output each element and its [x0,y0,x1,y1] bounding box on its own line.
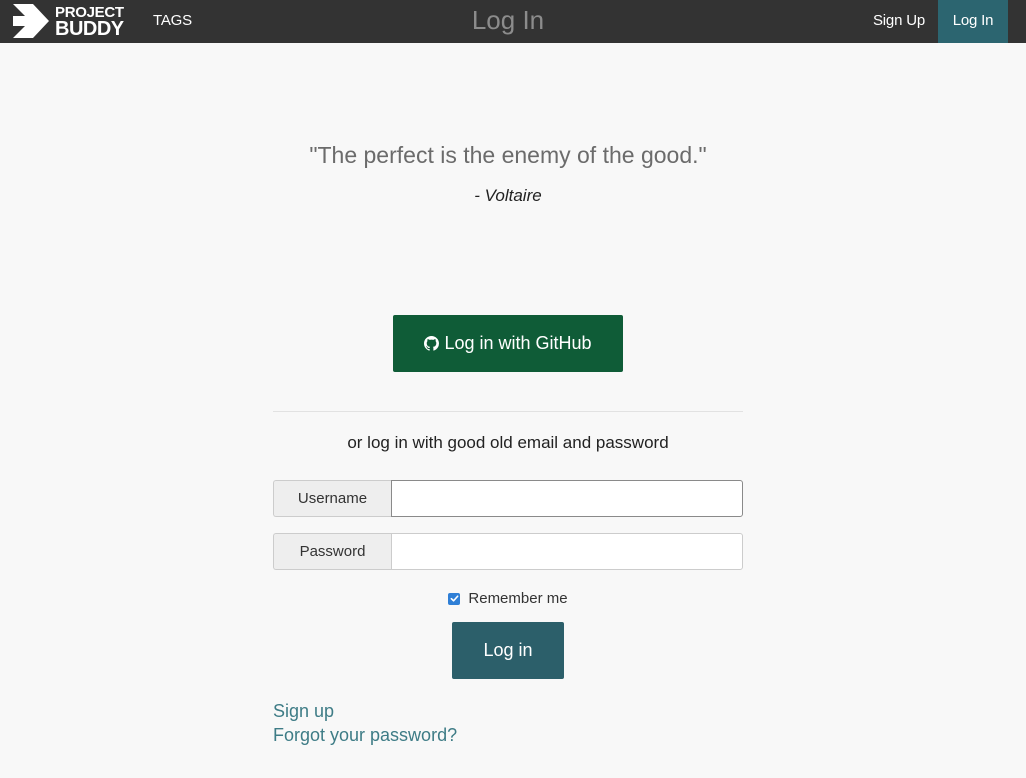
username-input[interactable] [391,480,743,517]
quote-text: "The perfect is the enemy of the good." [309,142,707,168]
divider [273,411,743,412]
alt-login-text: or log in with good old email and passwo… [347,433,669,452]
password-label: Password [273,533,391,570]
nav-tags-link[interactable]: TAGS [153,0,192,43]
brand-text: PROJECT BUDDY [55,5,124,40]
password-input[interactable] [391,533,743,570]
quote-author: - Voltaire [474,186,542,205]
github-icon [424,336,440,351]
remember-me-label: Remember me [468,590,568,607]
username-label: Username [273,480,391,517]
remember-me-checkbox[interactable] [448,592,461,605]
brand-line2: BUDDY [55,17,124,40]
checkmark-icon [450,595,459,602]
password-group: Password [273,533,743,570]
github-login-label: Log in with GitHub [444,333,592,353]
logo-chevron-icon [13,4,49,38]
github-login-button[interactable]: Log in with GitHub [393,315,623,372]
signup-link[interactable]: Sign up [273,701,334,722]
login-button[interactable]: Log in [452,622,564,679]
username-group: Username [273,480,743,517]
brand-logo[interactable]: PROJECT BUDDY [13,4,124,40]
nav-signup-link[interactable]: Sign Up [860,0,938,43]
navbar: PROJECT BUDDY TAGS Log In Sign Up Log In [0,0,1026,43]
forgot-password-link[interactable]: Forgot your password? [273,725,457,746]
remember-me-row: Remember me [0,590,1016,607]
nav-login-link[interactable]: Log In [938,0,1008,43]
